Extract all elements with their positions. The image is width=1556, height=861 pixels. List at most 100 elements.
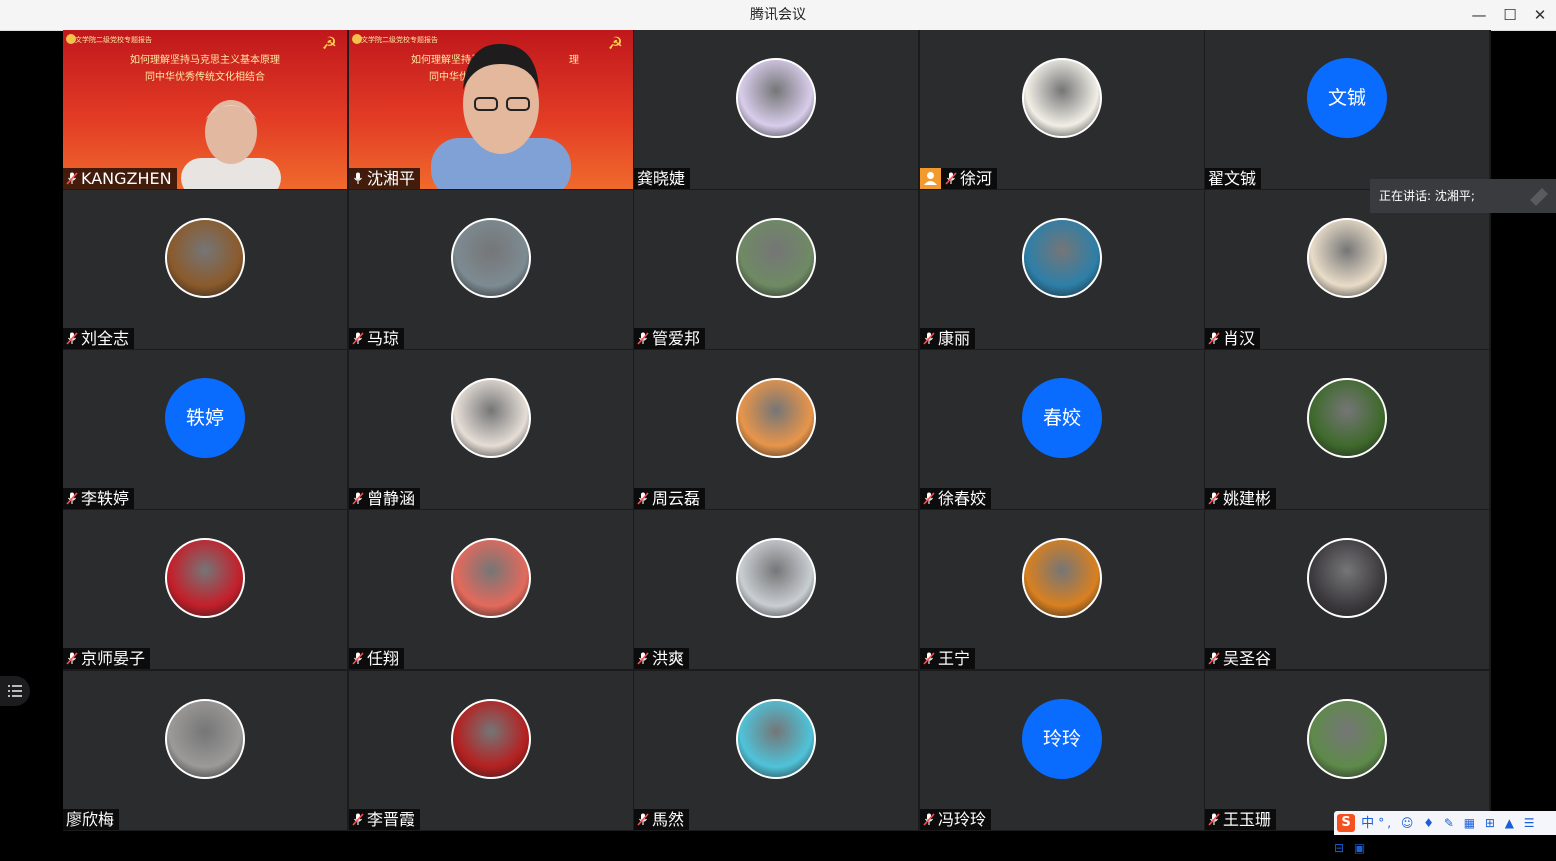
participant-tile[interactable]: 文学院二级党校专题报告 ☭ 理如何理解坚持马克 同中华优秀传 沈湘平: [349, 30, 633, 189]
participant-tile[interactable]: 肖汉: [1205, 190, 1489, 349]
window-title: 腾讯会议: [750, 7, 806, 23]
mic-muted-icon: [923, 329, 938, 348]
avatar-initials: 轶婷: [165, 378, 245, 458]
mic-icon: [352, 169, 367, 188]
participant-tile[interactable]: 康丽: [920, 190, 1204, 349]
participant-name: 龚晓婕: [637, 169, 686, 188]
participant-tile[interactable]: 李晋霞: [349, 671, 633, 830]
mic-muted-icon: [352, 489, 367, 508]
participant-name: 马琼: [367, 329, 400, 348]
participant-name: 李晋霞: [367, 810, 416, 829]
participant-name: 冯玲玲: [938, 810, 987, 829]
participant-name: KANGZHEN: [81, 169, 172, 188]
participant-name-label: 沈湘平: [349, 168, 421, 189]
participant-name: 沈湘平: [367, 169, 416, 188]
participant-name-label: 廖欣梅: [63, 809, 120, 830]
list-icon: [8, 685, 22, 697]
participant-tile[interactable]: 任翔: [349, 510, 633, 669]
participant-tile[interactable]: 春姣徐春姣: [920, 350, 1204, 509]
participant-name-label: 肖汉: [1205, 328, 1261, 349]
participant-name: 徐春姣: [938, 489, 987, 508]
participant-name-label: 徐春姣: [920, 488, 992, 509]
participant-tile[interactable]: 吴圣谷: [1205, 510, 1489, 669]
ime-toolbar[interactable]: S 中 °, ☺ ♦ ✎ ▦ ⊞ ▲ ☰ ⊟ ▣: [1334, 811, 1556, 855]
participant-tile[interactable]: 曾静涵: [349, 350, 633, 509]
maximize-button[interactable]: ☐: [1494, 0, 1526, 30]
participant-tile[interactable]: 王宁: [920, 510, 1204, 669]
title-bar: 腾讯会议 — ☐ ✕: [0, 0, 1556, 31]
participant-tile[interactable]: 龚晓婕: [634, 30, 918, 189]
participant-name: 康丽: [938, 329, 971, 348]
participant-tile[interactable]: 文铖翟文铖: [1205, 30, 1489, 189]
participant-name: 王宁: [938, 649, 971, 668]
sailboat-sunset-avatar: [451, 538, 531, 618]
participant-tile[interactable]: 管爱邦: [634, 190, 918, 349]
participant-name: 馬然: [652, 810, 685, 829]
mic-muted-icon: [637, 489, 652, 508]
speaker-video-person: [181, 100, 281, 189]
sogou-logo-icon: S: [1337, 814, 1355, 832]
participant-list-toggle[interactable]: [0, 676, 30, 706]
participant-name-label: 京师晏子: [63, 648, 151, 669]
mic-muted-icon: [945, 169, 960, 188]
speaking-label: 正在讲话: 沈湘平;: [1379, 189, 1475, 203]
participant-tile[interactable]: 玲玲冯玲玲: [920, 671, 1204, 830]
minimize-button[interactable]: —: [1463, 0, 1495, 30]
participant-tile[interactable]: 馬然: [634, 671, 918, 830]
mic-muted-icon: [66, 329, 81, 348]
participant-tile[interactable]: 周云磊: [634, 350, 918, 509]
mic-muted-icon: [66, 649, 81, 668]
avatar-initials: 文铖: [1307, 58, 1387, 138]
slide-title-line2: 同中华优秀传统文化相结合: [145, 72, 265, 83]
participant-name-label: 洪爽: [634, 648, 690, 669]
participant-name-label: KANGZHEN: [63, 168, 177, 189]
mic-muted-icon: [1208, 649, 1223, 668]
participant-name-label: 管爱邦: [634, 328, 706, 349]
participant-name: 刘全志: [81, 329, 130, 348]
participant-name: 吴圣谷: [1223, 649, 1272, 668]
participant-name: 京师晏子: [81, 649, 146, 668]
blue-art-figure-avatar: [1022, 218, 1102, 298]
mic-muted-icon: [352, 649, 367, 668]
woman-grayscale-photo-avatar: [165, 699, 245, 779]
participant-tile[interactable]: 文学院二级党校专题报告 ☭ 如何理解坚持马克思主义基本原理 同中华优秀传统文化相结合 K…: [63, 30, 347, 189]
participant-tile[interactable]: 轶婷 李轶婷: [63, 350, 347, 509]
ime-mode-label[interactable]: 中: [1361, 816, 1374, 831]
participant-name-label: 马琼: [349, 328, 405, 349]
participant-tile[interactable]: 洪爽: [634, 510, 918, 669]
avatar-initials: 玲玲: [1022, 699, 1102, 779]
participant-name-label: 王玉珊: [1205, 809, 1277, 830]
village-photo-avatar: [1307, 699, 1387, 779]
red-lantern-poster-avatar: [165, 538, 245, 618]
participant-tile[interactable]: 姚建彬: [1205, 350, 1489, 509]
participant-tile[interactable]: 马琼: [349, 190, 633, 349]
pastel-bird-illustration-avatar: [736, 58, 816, 138]
speaker-video-person: [431, 43, 571, 189]
shared-video-slide: 文学院二级党校专题报告 ☭ 如何理解坚持马克思主义基本原理 同中华优秀传统文化相结合: [63, 30, 347, 189]
participant-tile[interactable]: 廖欣梅: [63, 671, 347, 830]
participant-name-label: 刘全志: [63, 328, 135, 349]
zebra-illustration-avatar: [736, 699, 816, 779]
mic-muted-icon: [1208, 489, 1223, 508]
participant-name-label: 吴圣谷: [1205, 648, 1277, 669]
mic-muted-icon: [637, 329, 652, 348]
speaker-rank-icon: [1530, 188, 1548, 206]
speaking-indicator: 正在讲话: 沈湘平;: [1370, 179, 1556, 213]
participant-tile[interactable]: 王玉珊: [1205, 671, 1489, 830]
mic-muted-icon: [352, 810, 367, 829]
participant-name-label: 姚建彬: [1205, 488, 1277, 509]
close-button[interactable]: ✕: [1524, 0, 1556, 30]
mic-muted-icon: [923, 489, 938, 508]
participant-name: 王玉珊: [1223, 810, 1272, 829]
slide-header: 文学院二级党校专题报告: [75, 36, 152, 44]
shared-video-slide: 文学院二级党校专题报告 ☭ 理如何理解坚持马克 同中华优秀传: [349, 30, 633, 189]
participant-name-label: 徐河: [920, 168, 998, 189]
participant-name: 翟文铖: [1208, 169, 1257, 188]
participant-tile[interactable]: 京师晏子: [63, 510, 347, 669]
participant-grid: 文学院二级党校专题报告 ☭ 如何理解坚持马克思主义基本原理 同中华优秀传统文化相结合 K…: [63, 30, 1491, 831]
participant-tile[interactable]: 徐河: [920, 30, 1204, 189]
mountain-portrait-photo-avatar: [451, 218, 531, 298]
avatar-initials: 春姣: [1022, 378, 1102, 458]
anime-character-avatar: [1307, 218, 1387, 298]
participant-tile[interactable]: 刘全志: [63, 190, 347, 349]
